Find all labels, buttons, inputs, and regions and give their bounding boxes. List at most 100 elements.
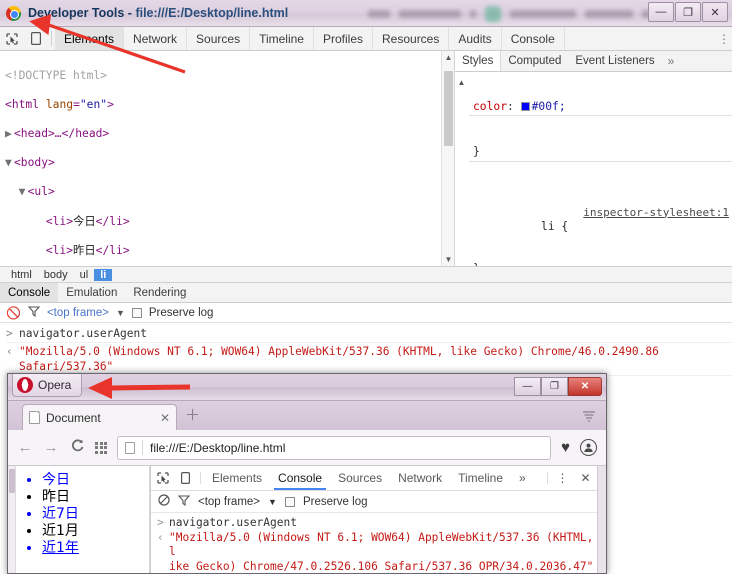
scrollbar-thumb[interactable] — [444, 71, 453, 146]
opera-devtools-tab-sources[interactable]: Sources — [330, 466, 390, 490]
console-output-line-1: "Mozilla/5.0 (Windows NT 6.1; WOW64) App… — [169, 530, 594, 559]
filter-funnel-icon[interactable] — [27, 305, 41, 320]
css-rule-inspector[interactable]: li { inspector-stylesheet:1 } — [469, 205, 732, 266]
preserve-log-label[interactable]: Preserve log — [303, 496, 368, 508]
address-text[interactable]: file:///E:/Desktop/line.html — [150, 441, 285, 455]
opera-close-button[interactable]: ✕ — [568, 377, 602, 396]
opera-devtools-menu-icon[interactable]: ⋮ — [551, 466, 574, 490]
styles-tab-styles[interactable]: Styles — [455, 51, 502, 71]
dom-line-body[interactable]: ▼ <body> — [5, 156, 454, 171]
address-bar[interactable]: file:///E:/Desktop/line.html — [117, 435, 552, 460]
filter-funnel-icon[interactable] — [177, 494, 191, 509]
opera-devtools-more-icon[interactable]: » — [511, 466, 534, 490]
speed-dial-icon[interactable] — [95, 441, 107, 454]
device-toolbar-icon[interactable] — [24, 27, 48, 50]
expand-triangle-icon[interactable]: ▶ — [5, 127, 14, 142]
devtools-tab-timeline[interactable]: Timeline — [250, 27, 314, 50]
console-input-row[interactable]: > navigator.userAgent — [6, 325, 732, 343]
opera-devtools-close-icon[interactable]: ✕ — [574, 466, 597, 490]
opera-browser-window: Opera — ❐ ✕ Document ✕ ＋ ← → file:///E:/… — [7, 373, 607, 574]
frame-dropdown-icon[interactable]: ▼ — [116, 308, 125, 318]
profile-avatar-icon[interactable] — [580, 439, 597, 456]
dom-line-li-2[interactable]: <li>昨日</li> — [5, 244, 454, 259]
clear-console-icon[interactable] — [158, 494, 170, 509]
blur-chip — [399, 10, 461, 18]
close-button[interactable]: ✕ — [702, 2, 728, 22]
drawer-tab-console[interactable]: Console — [0, 283, 59, 302]
css-rule-clipped[interactable]: color: #00f; — [469, 100, 732, 117]
devtools-tab-console[interactable]: Console — [502, 27, 565, 50]
breadcrumb-item-body[interactable]: body — [38, 269, 74, 281]
collapse-triangle-icon[interactable]: ▼ — [19, 185, 28, 200]
opera-devtools-tab-timeline[interactable]: Timeline — [450, 466, 511, 490]
console-input-row[interactable]: > navigator.userAgent — [157, 516, 597, 531]
devtools-tab-network[interactable]: Network — [124, 27, 188, 50]
scroll-down-arrow-icon[interactable]: ▼ — [442, 253, 454, 266]
color-swatch[interactable] — [520, 102, 530, 112]
opera-minimize-button[interactable]: — — [514, 377, 541, 396]
breadcrumb-item-ul[interactable]: ul — [74, 269, 95, 281]
inspect-element-icon[interactable] — [151, 466, 174, 490]
dom-tree-scrollbar[interactable]: ▲ ▼ — [441, 51, 454, 266]
styles-more-icon[interactable]: » — [662, 51, 681, 71]
css-selector: li { — [541, 219, 569, 233]
inspect-element-icon[interactable] — [0, 27, 24, 50]
styles-tab-event-listeners[interactable]: Event Listeners — [568, 51, 661, 71]
drawer-tab-rendering[interactable]: Rendering — [125, 283, 194, 302]
rendered-list: 今日 昨日 近7日 近1月 近1年 — [8, 472, 149, 557]
dom-line-html[interactable]: <html lang="en"> — [5, 98, 454, 113]
new-tab-button[interactable]: ＋ — [185, 404, 200, 425]
opera-titlebar: Opera — ❐ ✕ — [8, 374, 606, 401]
opera-devtools-tab-elements[interactable]: Elements — [204, 466, 270, 490]
devtools-tab-audits[interactable]: Audits — [449, 27, 502, 50]
devtools-tab-resources[interactable]: Resources — [373, 27, 450, 50]
tab-close-icon[interactable]: ✕ — [160, 411, 170, 425]
dom-line-li-1[interactable]: <li>今日</li> — [5, 215, 454, 230]
opera-devtools-tab-network[interactable]: Network — [390, 466, 450, 490]
frame-selector[interactable]: <top frame> — [47, 307, 109, 319]
preserve-log-checkbox[interactable] — [131, 307, 142, 318]
device-toolbar-icon[interactable] — [174, 466, 197, 490]
page-scrollbar[interactable] — [8, 466, 16, 573]
preserve-log-label[interactable]: Preserve log — [149, 307, 214, 319]
collapse-triangle-icon[interactable]: ▼ — [5, 156, 14, 171]
forward-icon[interactable]: → — [43, 439, 59, 456]
opera-menu-button[interactable]: Opera — [12, 374, 83, 397]
opera-console-output: > navigator.userAgent ‹ "Mozilla/5.0 (Wi… — [151, 513, 597, 574]
devtools-tab-elements[interactable]: Elements — [55, 27, 125, 50]
dom-line-head[interactable]: ▶ <head>…</head> — [5, 127, 454, 142]
scroll-up-arrow-icon[interactable]: ▲ — [442, 51, 454, 64]
devtools-tab-sources[interactable]: Sources — [187, 27, 251, 50]
clear-console-icon[interactable]: 🚫 — [6, 306, 21, 320]
frame-selector[interactable]: <top frame> — [198, 496, 260, 508]
dom-line-doctype[interactable]: <!DOCTYPE html> — [5, 69, 454, 84]
breadcrumb-item-li[interactable]: li — [94, 268, 113, 281]
chrome-logo-icon — [6, 5, 21, 21]
styles-tab-computed[interactable]: Computed — [501, 51, 568, 71]
css-origin-link[interactable]: inspector-stylesheet:1 — [583, 206, 729, 220]
opera-devtools-tab-console[interactable]: Console — [270, 466, 330, 490]
frame-dropdown-icon[interactable]: ▼ — [268, 497, 277, 507]
preserve-log-checkbox[interactable] — [284, 496, 295, 507]
tab-list-menu-icon[interactable] — [582, 409, 596, 426]
back-icon[interactable]: ← — [17, 439, 33, 456]
devtools-menu-icon[interactable]: ⋮ — [716, 27, 732, 50]
opera-maximize-button[interactable]: ❐ — [541, 377, 568, 396]
opera-devtools-panel: Elements Console Sources Network Timelin… — [150, 466, 597, 574]
minimize-button[interactable]: — — [648, 2, 674, 22]
reload-icon[interactable] — [69, 438, 85, 457]
devtools-tab-profiles[interactable]: Profiles — [314, 27, 373, 50]
scrollbar-thumb[interactable] — [9, 469, 15, 493]
console-output-row[interactable]: ‹ "Mozilla/5.0 (Windows NT 6.1; WOW64) A… — [6, 343, 732, 376]
opera-tab-document[interactable]: Document ✕ — [22, 404, 177, 430]
opera-menu-label: Opera — [38, 377, 72, 392]
console-output-row[interactable]: ‹ "Mozilla/5.0 (Windows NT 6.1; WOW64) A… — [157, 531, 597, 574]
list-item: 近1年 — [42, 540, 149, 557]
maximize-button[interactable]: ❐ — [675, 2, 701, 22]
bookmark-heart-icon[interactable]: ♥ — [561, 439, 570, 456]
dom-tree-pane[interactable]: <!DOCTYPE html> <html lang="en"> ▶ <head>… — [0, 51, 455, 266]
dom-line-ul[interactable]: ▼ <ul> — [5, 185, 454, 200]
console-filter-bar: 🚫 <top frame> ▼ Preserve log — [0, 303, 732, 323]
drawer-tab-emulation[interactable]: Emulation — [58, 283, 125, 302]
breadcrumb-item-html[interactable]: html — [5, 269, 38, 281]
